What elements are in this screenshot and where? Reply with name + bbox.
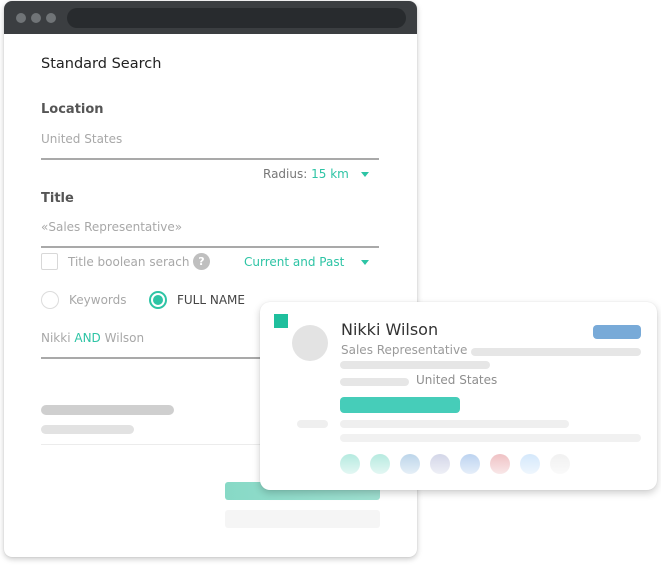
window-close-dot[interactable]	[16, 13, 26, 23]
radio-keywords-label: Keywords	[69, 293, 127, 307]
tag-circle[interactable]	[460, 454, 480, 474]
skeleton-line	[41, 425, 134, 434]
profile-badge	[593, 325, 641, 339]
secondary-button[interactable]	[225, 510, 380, 528]
title-input[interactable]: «Sales Representative»	[41, 220, 182, 234]
radius-value: 15 km	[311, 167, 349, 181]
profile-name[interactable]: Nikki Wilson	[341, 320, 438, 339]
help-icon[interactable]: ?	[193, 253, 210, 270]
title-label: Title	[41, 191, 74, 206]
skeleton-line	[41, 405, 174, 415]
window-maximize-dot[interactable]	[46, 13, 56, 23]
tag-circle[interactable]	[400, 454, 420, 474]
title-underline	[41, 246, 379, 248]
skeleton-line	[340, 434, 641, 442]
skeleton-line	[471, 348, 641, 356]
radio-full-name[interactable]	[149, 291, 167, 309]
location-label: Location	[41, 102, 104, 117]
selection-marker-icon	[274, 314, 288, 328]
radius-label: Radius:	[263, 167, 308, 181]
title-boolean-label: Title boolean serach	[68, 255, 190, 269]
page-title: Standard Search	[41, 56, 162, 72]
avatar	[292, 325, 328, 361]
name-query-input[interactable]: Nikki AND Wilson	[41, 331, 144, 345]
skeleton-line	[297, 420, 328, 428]
radius-select[interactable]: Radius: 15 km	[263, 167, 349, 181]
tag-circle[interactable]	[430, 454, 450, 474]
profile-action-button[interactable]	[340, 397, 460, 413]
skeleton-line	[340, 378, 409, 386]
title-boolean-checkbox[interactable]	[41, 253, 58, 270]
location-underline	[41, 158, 379, 160]
query-operator: AND	[74, 331, 101, 345]
query-last-name: Wilson	[104, 331, 145, 345]
tag-circle[interactable]	[550, 454, 570, 474]
tag-circle[interactable]	[340, 454, 360, 474]
period-caret-icon[interactable]	[361, 260, 369, 265]
skeleton-line	[340, 361, 490, 369]
query-first-name: Nikki	[41, 331, 71, 345]
radio-keywords[interactable]	[41, 291, 59, 309]
radius-caret-icon[interactable]	[361, 172, 369, 177]
location-input[interactable]: United States	[41, 132, 122, 146]
window-minimize-dot[interactable]	[31, 13, 41, 23]
tag-circle[interactable]	[520, 454, 540, 474]
window-titlebar	[4, 1, 417, 34]
profile-job-title: Sales Representative	[341, 343, 468, 357]
radio-full-name-label: FULL NAME	[177, 293, 245, 307]
profile-country: United States	[416, 373, 498, 387]
address-bar[interactable]	[67, 8, 406, 28]
skeleton-line	[340, 420, 569, 428]
profile-card[interactable]: Nikki Wilson Sales Representative United…	[260, 302, 657, 490]
tag-circle[interactable]	[370, 454, 390, 474]
period-select[interactable]: Current and Past	[244, 255, 344, 269]
tag-circle[interactable]	[490, 454, 510, 474]
